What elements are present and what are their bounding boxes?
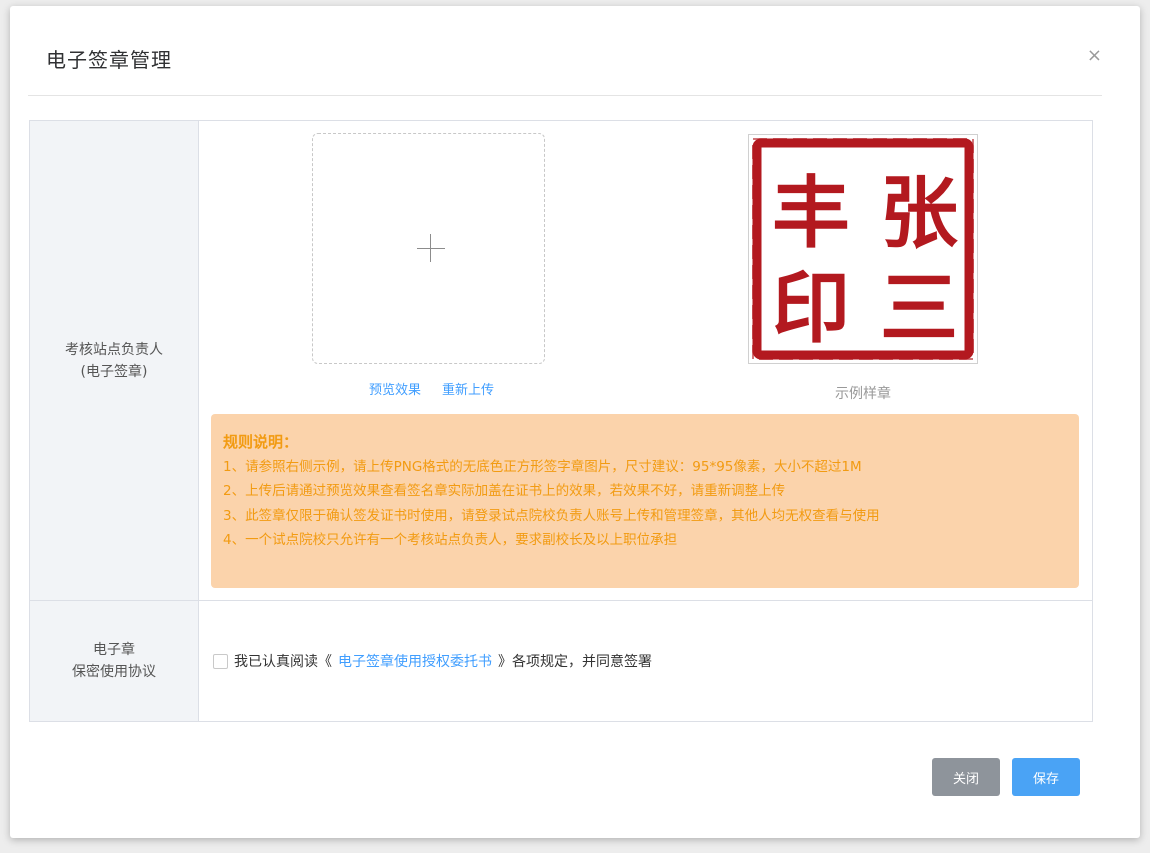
- seal-char-zhang: 张: [880, 168, 958, 259]
- rules-title: 规则说明：: [223, 433, 299, 451]
- preview-link[interactable]: 预览效果: [369, 379, 421, 398]
- authorization-letter-link[interactable]: 电子签章使用授权委托书: [338, 651, 492, 671]
- seal-management-dialog: 电子签章管理 × 考核站点负责人 (电子签章) 预览效果 重新上传 张 三 丰 …: [10, 6, 1140, 838]
- seal-label-line2: (电子签章): [80, 363, 148, 380]
- seal-graphic: 张 三 丰 印: [752, 138, 974, 360]
- seal-content-cell: 预览效果 重新上传 张 三 丰 印 示例样章 规则说明： 1、请参照右侧示例，请…: [199, 121, 1092, 600]
- agreement-label-line1: 电子章: [93, 642, 135, 658]
- seal-char-feng: 丰: [772, 168, 850, 259]
- sample-seal-image: 张 三 丰 印: [748, 134, 978, 364]
- rule-item: 1、请参照右侧示例，请上传PNG格式的无底色正方形签字章图片，尺寸建议：95*9…: [223, 458, 862, 475]
- close-icon[interactable]: ×: [1087, 46, 1102, 66]
- agree-checkbox[interactable]: [213, 653, 228, 669]
- seal-char-yin: 印: [772, 263, 850, 354]
- agree-suffix: 》各项规定，并同意签署: [498, 654, 652, 670]
- seal-label-line1: 考核站点负责人: [65, 341, 163, 358]
- dialog-title: 电子签章管理: [46, 48, 172, 72]
- agreement-row-label: 电子章 保密使用协议: [30, 601, 199, 721]
- seal-uploader[interactable]: [312, 133, 545, 364]
- agreement-checkbox-group: 我已认真阅读《 电子签章使用授权委托书 》各项规定，并同意签署: [213, 651, 652, 671]
- reupload-link[interactable]: 重新上传: [442, 379, 494, 398]
- seal-upload-row: 考核站点负责人 (电子签章) 预览效果 重新上传 张 三 丰 印 示例样章 规则…: [30, 121, 1092, 601]
- agreement-label-line2: 保密使用协议: [72, 664, 156, 680]
- agree-prefix: 我已认真阅读《: [234, 654, 332, 670]
- plus-icon: [417, 248, 445, 249]
- save-button[interactable]: 保存: [1012, 758, 1080, 796]
- sample-caption: 示例样章: [835, 386, 891, 402]
- form-table: 考核站点负责人 (电子签章) 预览效果 重新上传 张 三 丰 印 示例样章 规则…: [29, 120, 1093, 722]
- close-button[interactable]: 关闭: [932, 758, 1000, 796]
- plus-icon-vertical: [430, 234, 431, 262]
- seal-row-label: 考核站点负责人 (电子签章): [30, 121, 199, 600]
- rule-item: 4、一个试点院校只允许有一个考核站点负责人，要求副校长及以上职位承担: [223, 532, 678, 548]
- agreement-row: 电子章 保密使用协议 我已认真阅读《 电子签章使用授权委托书 》各项规定，并同意签署: [30, 601, 1092, 721]
- title-divider: [28, 95, 1102, 96]
- seal-char-san: 三: [880, 263, 958, 354]
- rule-item: 2、上传后请通过预览效果查看签名章实际加盖在证书上的效果，若效果不好，请重新调整…: [223, 483, 786, 499]
- rule-item: 3、此签章仅限于确认签发证书时使用，请登录试点院校负责人账号上传和管理签章，其他…: [223, 507, 880, 524]
- rules-box: 规则说明： 1、请参照右侧示例，请上传PNG格式的无底色正方形签字章图片，尺寸建…: [211, 414, 1079, 588]
